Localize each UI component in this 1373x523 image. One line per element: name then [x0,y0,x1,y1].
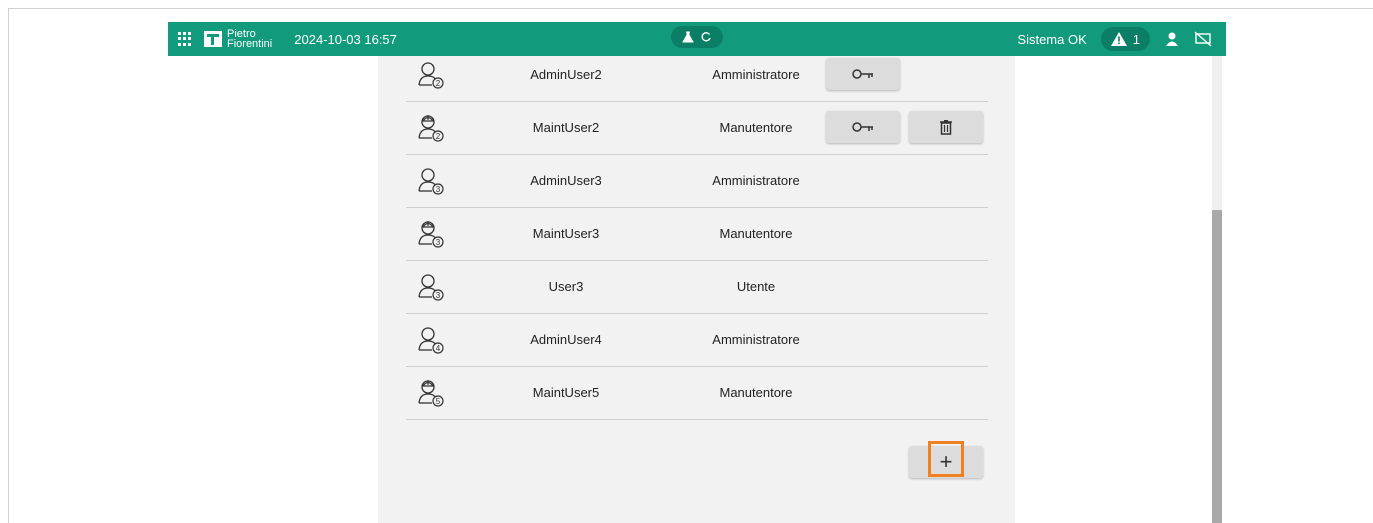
user-level: 4 [436,344,441,353]
topbar-right: Sistema OK 1 [1017,22,1212,56]
mode-indicator[interactable] [671,26,723,48]
user-name: MaintUser5 [532,385,600,400]
scrollbar[interactable] [1212,56,1222,523]
user-row[interactable]: 2 MaintUser2 Manutentore [406,101,988,155]
user-role: Amministratore [712,332,800,347]
user-level: 3 [436,185,441,194]
user-name: MaintUser2 [532,120,600,135]
user-row[interactable]: 5 MaintUser5 Manutentore [406,366,988,420]
user-name: AdminUser3 [530,173,602,188]
maintenance-user-icon: 5 [418,380,444,407]
user-row[interactable]: 4 AdminUser4 Amministratore [406,313,988,367]
user-level: 3 [436,291,441,300]
user-list-panel: + 2 AdminUser2 Amministratore 2 MaintUser2 Ma… [378,56,1015,523]
brand-name: Pietro Fiorentini [227,28,273,50]
brand-logo: Pietro Fiorentini [204,28,273,50]
user-row[interactable]: 3 User3 Utente [406,260,988,314]
admin-user-icon: 3 [418,168,444,195]
user-role: Manutentore [719,120,793,135]
datetime: 2024-10-03 16:57 [294,31,397,47]
user-role: Amministratore [712,67,800,82]
user-role: Manutentore [719,385,793,400]
scrollbar-thumb[interactable] [1212,210,1222,523]
user-role: Manutentore [719,226,793,241]
user-level: 3 [436,238,441,247]
maintenance-user-icon: 3 [418,221,444,248]
apps-grid-icon[interactable] [178,32,192,46]
user-role: Utente [736,279,776,294]
user-row[interactable]: 3 MaintUser3 Manutentore [406,207,988,261]
user-role: Amministratore [712,173,800,188]
flask-icon [682,31,694,43]
sync-icon [701,32,711,42]
change-password-button[interactable] [826,111,900,143]
add-user-highlight [928,441,964,477]
user-name: AdminUser4 [530,332,602,347]
maintenance-user-icon: 2 [418,115,444,142]
user-level: 5 [436,397,441,406]
user-name: AdminUser2 [530,67,602,82]
user-level: 2 [436,79,441,88]
alarm-count: 1 [1132,31,1140,47]
key-icon [852,69,873,79]
system-status: Sistema OK [1017,31,1087,47]
network-disconnected-icon[interactable] [1194,31,1212,47]
user-name: User3 [548,279,584,294]
user-account-icon[interactable] [1164,31,1180,47]
user-level: 2 [436,132,441,141]
user-icon: 3 [418,274,444,301]
admin-user-icon: 2 [418,62,444,89]
key-icon [852,122,873,132]
user-row[interactable]: 2 AdminUser2 Amministratore [406,48,988,102]
alarm-button[interactable]: 1 [1100,27,1150,51]
user-row[interactable]: 3 AdminUser3 Amministratore [406,154,988,208]
user-name: MaintUser3 [532,226,600,241]
delete-user-button[interactable] [909,111,983,143]
admin-user-icon: 4 [418,327,444,354]
change-password-button[interactable] [826,58,900,90]
trash-icon [940,120,952,135]
warning-icon [1110,32,1127,46]
pf-logo-icon [204,31,222,47]
